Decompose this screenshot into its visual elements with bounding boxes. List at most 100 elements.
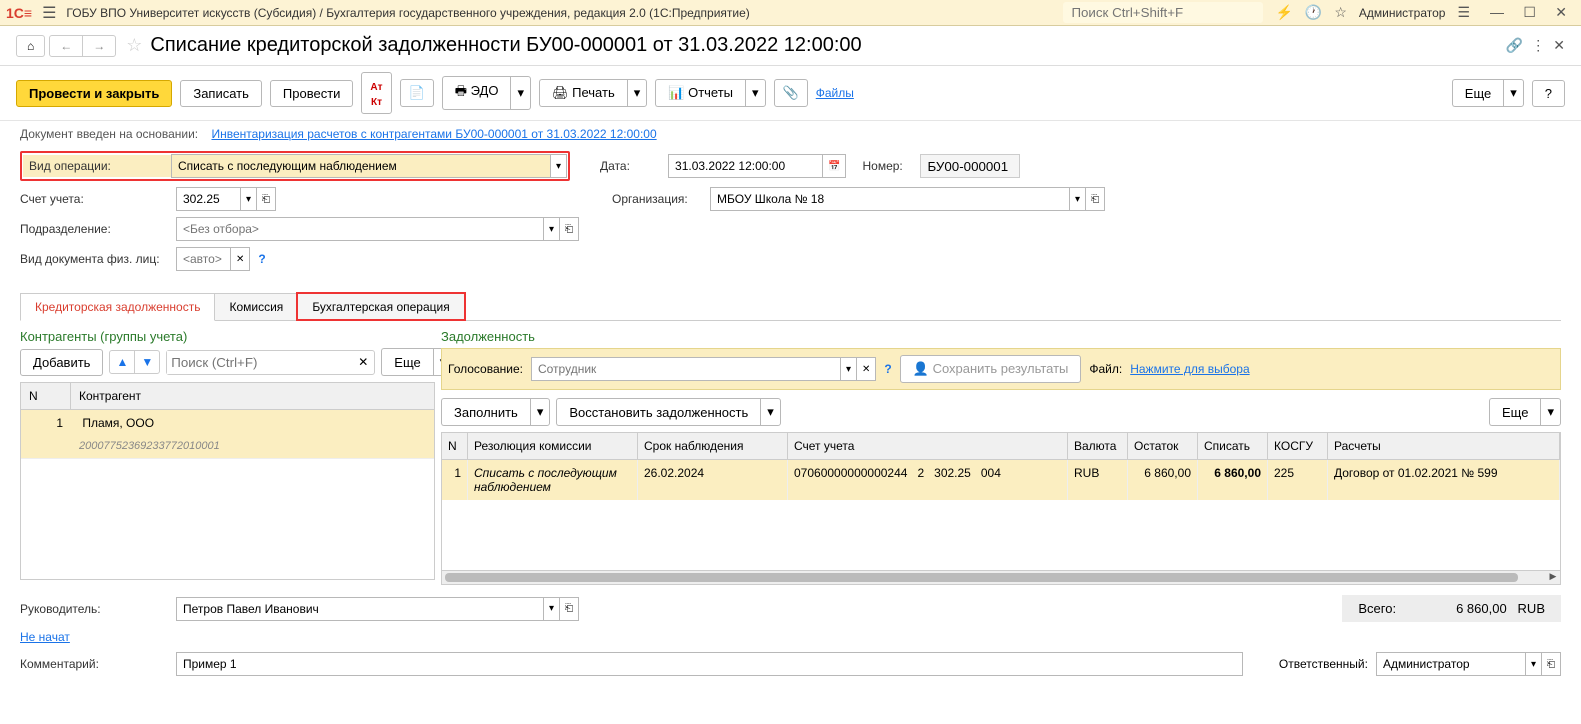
help-icon[interactable]: ?: [884, 362, 891, 376]
dropdown-icon[interactable]: ▾: [841, 357, 857, 381]
close-tab-icon[interactable]: ✕: [1553, 37, 1565, 54]
star-icon[interactable]: ☆: [1334, 4, 1347, 21]
restore-button[interactable]: Восстановить задолженность ▾: [556, 398, 780, 426]
number-input[interactable]: [920, 154, 1020, 178]
file-link[interactable]: Нажмите для выбора: [1130, 362, 1249, 376]
files-link[interactable]: Файлы: [816, 86, 854, 100]
down-icon[interactable]: ▼: [135, 351, 159, 373]
not-started-link[interactable]: Не начат: [20, 630, 70, 644]
fill-button[interactable]: Заполнить ▾: [441, 398, 550, 426]
total-curr: RUB: [1518, 601, 1545, 616]
page-title: Списание кредиторской задолженности БУ00…: [150, 34, 1505, 57]
bell-icon[interactable]: ⚡: [1275, 4, 1292, 21]
table-row[interactable]: 1 Списать с последующим наблюдением 26.0…: [442, 460, 1560, 500]
dropdown-icon[interactable]: ▾: [544, 597, 560, 621]
chevron-down-icon[interactable]: ▾: [510, 76, 531, 110]
print-button[interactable]: 🖨 Печать ▾: [539, 79, 647, 107]
fill-label: Заполнить: [441, 398, 530, 426]
resp-input[interactable]: [1376, 652, 1526, 676]
right-more-button[interactable]: Еще ▾: [1489, 398, 1561, 426]
left-table-body[interactable]: 1 Пламя, ООО 20007752369233772010001: [20, 410, 435, 580]
comment-input[interactable]: [176, 652, 1243, 676]
date-input[interactable]: [668, 154, 823, 178]
print-label: Печать: [572, 85, 615, 100]
leader-input[interactable]: [176, 597, 544, 621]
document-icon[interactable]: 📄: [400, 79, 434, 107]
dt-kt-button[interactable]: AтКт: [361, 72, 391, 114]
menu-icon[interactable]: ☰: [42, 3, 56, 23]
add-button[interactable]: Добавить: [20, 349, 103, 376]
chevron-down-icon[interactable]: ▾: [760, 398, 781, 426]
save-results-label: Сохранить результаты: [933, 361, 1069, 376]
footer: Руководитель: ▾ ⎗ Всего: 6 860,00 RUB Не…: [0, 585, 1581, 676]
doctype-input[interactable]: [176, 247, 231, 271]
chevron-down-icon[interactable]: ▾: [745, 79, 766, 107]
rc-writeoff: 6 860,00: [1198, 460, 1268, 500]
dept-input[interactable]: [176, 217, 544, 241]
right-more-label: Еще: [1489, 398, 1540, 426]
save-button[interactable]: Записать: [180, 80, 262, 107]
org-input[interactable]: [710, 187, 1070, 211]
maximize-icon[interactable]: ☐: [1515, 4, 1544, 20]
help-button[interactable]: ?: [1532, 80, 1565, 107]
post-button[interactable]: Провести: [270, 80, 354, 107]
total-box: Всего: 6 860,00 RUB: [1342, 595, 1561, 622]
minimize-icon[interactable]: —: [1482, 4, 1512, 20]
reports-button[interactable]: 📊 Отчеты ▾: [655, 79, 765, 107]
reports-label: Отчеты: [688, 85, 733, 100]
link-icon[interactable]: 🔗: [1506, 37, 1523, 54]
chevron-down-icon[interactable]: ▾: [627, 79, 648, 107]
scrollbar-h[interactable]: ◀ ▶: [442, 570, 1560, 584]
home-button[interactable]: ⌂: [16, 35, 45, 57]
user-label[interactable]: Администратор: [1359, 6, 1446, 20]
basis-link[interactable]: Инвентаризация расчетов с контрагентами …: [211, 127, 656, 141]
chevron-down-icon[interactable]: ▾: [1503, 79, 1524, 107]
tab-operation[interactable]: Бухгалтерская операция: [297, 293, 464, 320]
open-icon[interactable]: ⎗: [560, 597, 579, 621]
help-icon[interactable]: ?: [258, 252, 265, 266]
tab-debt[interactable]: Кредиторская задолженность: [20, 293, 215, 321]
chevron-down-icon[interactable]: ▾: [530, 398, 551, 426]
clear-icon[interactable]: ✕: [231, 247, 250, 271]
rc-calc: Договор от 01.02.2021 № 599: [1328, 460, 1560, 500]
calendar-icon[interactable]: 📅: [823, 154, 846, 178]
dropdown-icon[interactable]: ▾: [551, 154, 567, 178]
table-row[interactable]: 1 Пламя, ООО 20007752369233772010001: [21, 410, 434, 459]
forward-icon[interactable]: →: [83, 36, 115, 56]
scroll-thumb[interactable]: [445, 573, 1518, 582]
rcol-res: Резолюция комиссии: [468, 433, 638, 459]
clear-icon[interactable]: ✕: [857, 357, 876, 381]
back-icon[interactable]: ←: [50, 36, 83, 56]
open-icon[interactable]: ⎗: [560, 217, 579, 241]
open-icon[interactable]: ⎗: [1086, 187, 1105, 211]
dropdown-icon[interactable]: ▾: [241, 187, 257, 211]
open-icon[interactable]: ⎗: [1542, 652, 1561, 676]
close-icon[interactable]: ✕: [1547, 4, 1575, 20]
acct-p3: 302.25: [934, 466, 971, 494]
account-input[interactable]: [176, 187, 241, 211]
up-icon[interactable]: ▲: [110, 351, 135, 373]
open-icon[interactable]: ⎗: [257, 187, 276, 211]
tab-commission[interactable]: Комиссия: [214, 293, 298, 320]
settings-icon[interactable]: ☰: [1457, 4, 1470, 21]
dropdown-icon[interactable]: ▾: [1526, 652, 1542, 676]
left-search[interactable]: [167, 351, 352, 374]
clock-icon[interactable]: 🕐: [1305, 4, 1322, 21]
clear-icon[interactable]: ✕: [352, 351, 374, 374]
edo-button[interactable]: 🖶 ЭДО ▾: [442, 76, 531, 110]
kebab-icon[interactable]: ⋮: [1531, 37, 1545, 54]
voting-input[interactable]: [531, 357, 841, 381]
dropdown-icon[interactable]: ▾: [544, 217, 560, 241]
post-close-button[interactable]: Провести и закрыть: [16, 80, 172, 107]
attach-icon[interactable]: 📎: [774, 79, 808, 107]
search-input[interactable]: [1063, 2, 1263, 23]
chevron-down-icon[interactable]: ▾: [1540, 398, 1561, 426]
op-type-input[interactable]: [171, 154, 551, 178]
favorite-icon[interactable]: ☆: [126, 35, 142, 56]
more-button[interactable]: Еще ▾: [1452, 79, 1524, 107]
arrow-right-icon[interactable]: ▶: [1546, 571, 1560, 585]
total-label: Всего:: [1358, 601, 1396, 616]
save-results-button[interactable]: 👤 Сохранить результаты: [900, 355, 1082, 383]
dropdown-icon[interactable]: ▾: [1070, 187, 1086, 211]
rc-curr: RUB: [1068, 460, 1128, 500]
